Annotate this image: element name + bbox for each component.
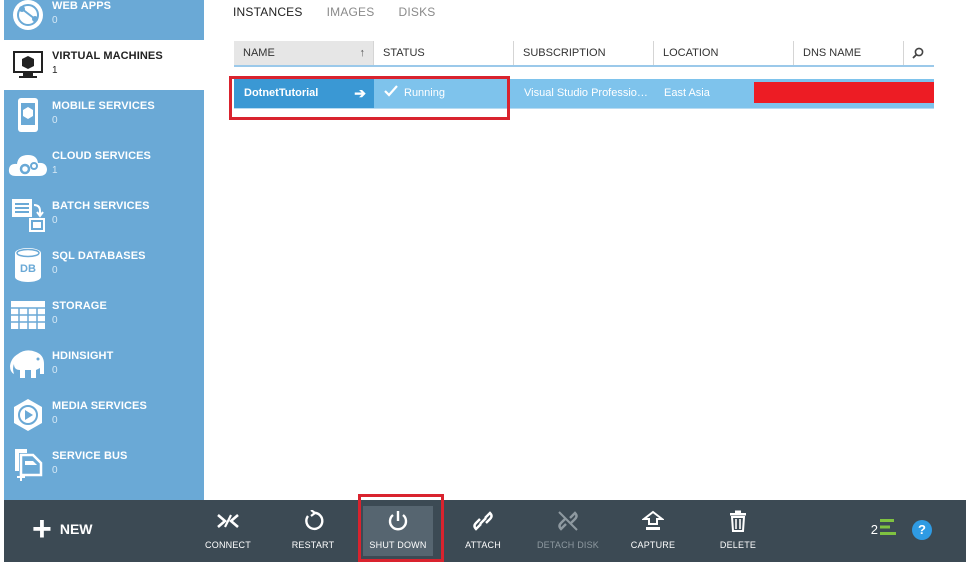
- table-search-button[interactable]: [904, 41, 934, 65]
- command-label: DETACH DISK: [536, 540, 600, 550]
- sidebar-item-count: 0: [52, 115, 58, 126]
- restart-icon: [278, 506, 348, 536]
- mobile-services-icon: [4, 90, 52, 140]
- column-header-label: STATUS: [383, 47, 425, 59]
- media-services-icon: [4, 390, 52, 440]
- sidebar-item-label: WEB APPS: [52, 0, 112, 12]
- sort-ascending-icon: ↑: [359, 47, 366, 59]
- redacted-dns-block: [754, 82, 934, 103]
- sidebar-item-label: MOBILE SERVICES: [52, 100, 155, 112]
- sidebar-item-label: HDINSIGHT: [52, 350, 114, 362]
- highlight-box-shutdown: [358, 494, 444, 562]
- vm-location-cell: East Asia: [664, 87, 710, 99]
- command-label: RESTART: [291, 540, 335, 550]
- sidebar-item-label: STORAGE: [52, 300, 107, 312]
- plus-icon: +: [32, 510, 52, 548]
- sidebar-item-label: CLOUD SERVICES: [52, 150, 151, 162]
- sidebar-item-count: 0: [52, 415, 58, 426]
- attach-button[interactable]: ATTACH: [448, 506, 518, 556]
- delete-button[interactable]: DELETE: [703, 506, 773, 556]
- help-icon[interactable]: ?: [912, 519, 932, 540]
- column-header-dns-name[interactable]: DNS NAME: [794, 41, 904, 65]
- restart-button[interactable]: RESTART: [278, 506, 348, 556]
- column-header-label: NAME: [243, 47, 275, 59]
- column-header-label: LOCATION: [663, 47, 719, 59]
- column-header-subscription[interactable]: SUBSCRIPTION: [514, 41, 654, 65]
- command-label: ATTACH: [465, 540, 501, 550]
- sidebar-item-label: SQL DATABASES: [52, 250, 146, 262]
- sidebar-item-service-bus[interactable]: SERVICE BUS 0: [4, 440, 204, 490]
- svg-text:DB: DB: [20, 263, 36, 275]
- sidebar-item-label: VIRTUAL MACHINES: [52, 50, 163, 62]
- column-header-label: DNS NAME: [803, 47, 862, 59]
- sql-database-icon: DB: [4, 240, 52, 290]
- sidebar-item-count: 0: [52, 265, 58, 276]
- capture-button[interactable]: CAPTURE: [618, 506, 688, 556]
- connect-icon: [193, 506, 263, 536]
- connect-button[interactable]: CONNECT: [193, 506, 263, 556]
- tab-images[interactable]: IMAGES: [327, 5, 375, 19]
- highlight-box-row: [229, 76, 510, 120]
- sidebar-item-sql-databases[interactable]: DB SQL DATABASES 0: [4, 240, 204, 290]
- sidebar: WEB APPS 0 VIRTUAL MACHINES 1 MOBILE SER…: [4, 0, 204, 500]
- sidebar-item-count: 0: [52, 315, 58, 326]
- new-label: NEW: [59, 521, 93, 537]
- vm-subscription-cell: Visual Studio Professiona...: [524, 87, 654, 99]
- sidebar-item-web-apps[interactable]: WEB APPS 0: [4, 0, 204, 40]
- header-divider: [234, 65, 934, 67]
- web-apps-icon: [4, 0, 52, 40]
- batch-services-icon: [4, 190, 52, 240]
- attach-icon: [448, 506, 518, 536]
- capture-icon: [618, 506, 688, 536]
- table-header: NAME ↑ STATUS SUBSCRIPTION LOCATION DNS …: [234, 41, 934, 65]
- sidebar-item-count: 0: [52, 365, 58, 376]
- column-header-status[interactable]: STATUS: [374, 41, 514, 65]
- service-bus-icon: [4, 440, 52, 490]
- sidebar-item-cloud-services[interactable]: CLOUD SERVICES 1: [4, 140, 204, 190]
- tab-instances[interactable]: INSTANCES: [233, 5, 303, 19]
- sidebar-item-label: BATCH SERVICES: [52, 200, 150, 212]
- sidebar-item-storage[interactable]: STORAGE 0: [4, 290, 204, 340]
- status-area: 2 ?: [871, 518, 932, 541]
- command-label: DELETE: [719, 540, 757, 550]
- sidebar-item-count: 0: [52, 215, 58, 226]
- virtual-machine-icon: [4, 40, 52, 90]
- delete-icon: [703, 506, 773, 536]
- notifications-icon[interactable]: [880, 518, 898, 541]
- sidebar-item-media-services[interactable]: MEDIA SERVICES 0: [4, 390, 204, 440]
- column-header-location[interactable]: LOCATION: [654, 41, 794, 65]
- detach-disk-icon: [533, 506, 603, 536]
- sidebar-item-count: 1: [52, 65, 58, 76]
- sidebar-item-count: 1: [52, 165, 58, 176]
- sidebar-item-virtual-machines[interactable]: VIRTUAL MACHINES 1: [4, 40, 204, 90]
- new-button[interactable]: + NEW: [32, 510, 93, 548]
- command-label: CONNECT: [205, 540, 251, 550]
- sidebar-item-label: MEDIA SERVICES: [52, 400, 147, 412]
- detach-disk-button[interactable]: DETACH DISK: [533, 506, 603, 556]
- sidebar-item-count: 0: [52, 15, 58, 26]
- command-label: CAPTURE: [630, 540, 676, 550]
- sidebar-item-count: 0: [52, 465, 58, 476]
- column-header-label: SUBSCRIPTION: [523, 47, 606, 59]
- notification-count[interactable]: 2: [871, 522, 878, 537]
- column-header-name[interactable]: NAME ↑: [234, 41, 374, 65]
- sidebar-item-batch-services[interactable]: BATCH SERVICES 0: [4, 190, 204, 240]
- sidebar-item-mobile-services[interactable]: MOBILE SERVICES 0: [4, 90, 204, 140]
- hdinsight-icon: [4, 340, 52, 390]
- storage-icon: [4, 290, 52, 340]
- search-icon: [912, 47, 924, 59]
- cloud-services-icon: [4, 140, 52, 190]
- sidebar-item-hdinsight[interactable]: HDINSIGHT 0: [4, 340, 204, 390]
- command-bar: + NEW CONNECT RESTART SHUT DOWN ATTACH D…: [4, 500, 966, 562]
- sidebar-item-label: SERVICE BUS: [52, 450, 128, 462]
- view-tabs: INSTANCES IMAGES DISKS: [233, 5, 460, 19]
- tab-disks[interactable]: DISKS: [398, 5, 435, 19]
